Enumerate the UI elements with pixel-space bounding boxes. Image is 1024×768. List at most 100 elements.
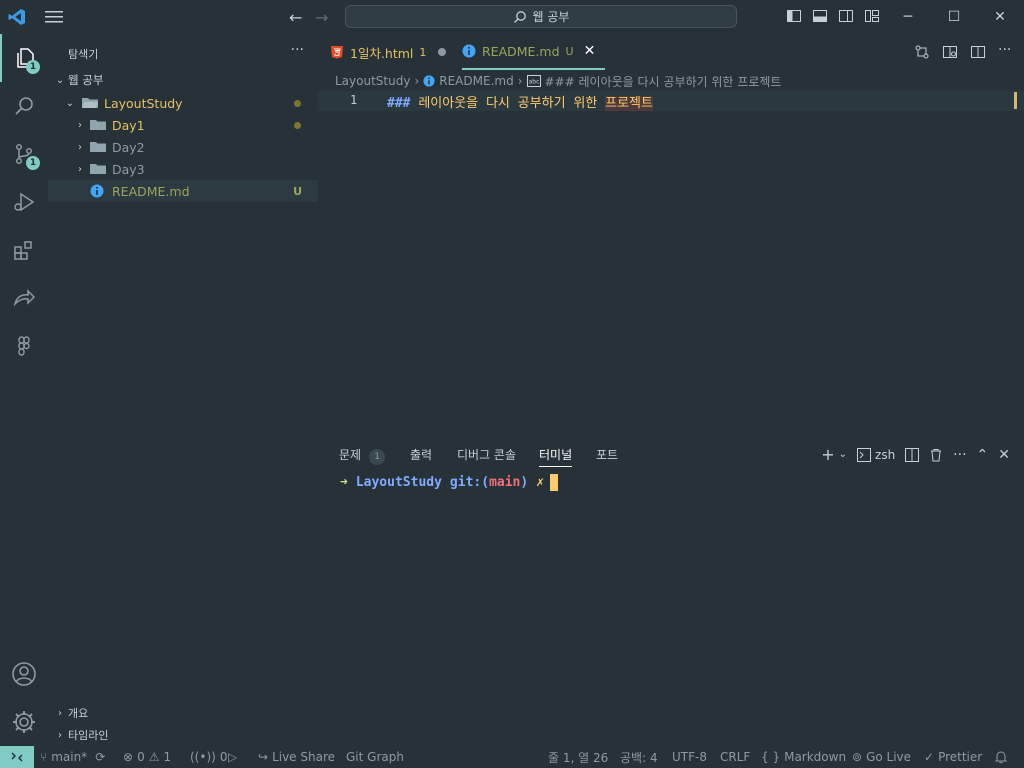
tab-readme[interactable]: README.md U ✕ xyxy=(462,34,606,70)
tab-problems[interactable]: 문제 1 xyxy=(339,446,386,465)
info-file-icon xyxy=(90,184,104,198)
more-actions-icon[interactable]: ··· xyxy=(998,43,1014,60)
close-icon[interactable]: ✕ xyxy=(584,43,596,59)
search-activity[interactable] xyxy=(0,82,48,130)
info-file-icon xyxy=(423,75,435,87)
encoding[interactable]: UTF-8 xyxy=(672,746,707,768)
tree-file-readme[interactable]: README.md U xyxy=(48,180,318,202)
tab-debug-console[interactable]: 디버그 콘솔 xyxy=(457,446,516,463)
encoding-label: UTF-8 xyxy=(672,750,707,764)
breadcrumb: LayoutStudy › README.md › abc ### 레이아웃을 … xyxy=(335,71,781,91)
panel-actions: + ⌄ zsh ··· ⌃ ✕ xyxy=(821,445,1010,464)
breadcrumb-folder[interactable]: LayoutStudy xyxy=(335,74,410,88)
heading-marker: ### xyxy=(387,96,411,111)
toggle-primary-sidebar-icon[interactable] xyxy=(786,8,802,24)
maximize-button[interactable]: ☐ xyxy=(931,0,977,34)
chevron-up-icon[interactable]: ⌃ xyxy=(977,447,989,463)
live-share-activity[interactable] xyxy=(0,274,48,322)
prompt-branch: main xyxy=(489,475,521,490)
ports-indicator[interactable]: ((•)) 0 xyxy=(190,746,227,768)
tab-output[interactable]: 출력 xyxy=(410,446,432,463)
shell-name[interactable]: zsh xyxy=(875,448,895,462)
modified-dot-icon[interactable] xyxy=(438,48,447,56)
figma-activity[interactable] xyxy=(0,322,48,370)
outline-section[interactable]: › 개요 xyxy=(48,702,318,724)
close-window-button[interactable]: ✕ xyxy=(977,0,1023,34)
tab-terminal[interactable]: 터미널 xyxy=(539,446,573,467)
extensions-icon xyxy=(14,241,32,260)
explorer-badge: 1 xyxy=(26,60,40,74)
terminal-prompt[interactable]: ➜ LayoutStudy git:( main ) ✗ xyxy=(340,474,559,491)
explorer-activity[interactable]: 1 xyxy=(0,34,48,82)
vscode-logo-icon[interactable] xyxy=(8,8,26,26)
back-arrow-icon[interactable]: ← xyxy=(289,8,302,27)
branch-label: main* xyxy=(51,750,88,764)
forward-arrow-icon[interactable]: → xyxy=(315,8,328,27)
trash-icon[interactable] xyxy=(929,448,943,462)
prettier-indicator[interactable]: ✓ Prettier xyxy=(924,746,982,768)
toggle-panel-icon[interactable] xyxy=(812,8,828,24)
timeline-section[interactable]: › 타임라인 xyxy=(48,724,318,746)
new-terminal-icon[interactable]: + xyxy=(821,445,834,464)
tree-folder-day2[interactable]: › Day2 xyxy=(48,136,318,158)
customize-layout-icon[interactable] xyxy=(864,8,880,24)
split-editor-icon[interactable] xyxy=(970,44,986,60)
broadcast-icon: ((•)) xyxy=(190,750,216,764)
accounts-activity[interactable] xyxy=(0,650,48,698)
more-actions-icon[interactable]: ··· xyxy=(291,42,304,58)
breadcrumb-file[interactable]: README.md xyxy=(439,74,513,88)
command-center-search[interactable]: 웹 공부 xyxy=(345,5,737,28)
terminal-shell-icon[interactable] xyxy=(857,447,872,462)
problems-count-badge: 1 xyxy=(369,449,386,465)
extensions-activity[interactable] xyxy=(0,226,48,274)
folder-icon xyxy=(90,164,106,174)
tree-folder-day3[interactable]: › Day3 xyxy=(48,158,318,180)
search-icon xyxy=(15,97,33,115)
notifications-button[interactable] xyxy=(995,746,1007,768)
cursor-position[interactable]: 줄 1, 열 26 xyxy=(548,746,608,768)
tab-html-file[interactable]: 1일차.html 1 xyxy=(330,34,447,70)
git-graph-indicator[interactable]: Git Graph xyxy=(346,746,404,768)
breadcrumb-symbol[interactable]: ### 레이아웃을 다시 공부하기 위한 프로젝트 xyxy=(545,73,782,90)
editor-text[interactable]: ### 레이아웃을 다시 공부하기 위한 프로젝트 xyxy=(387,92,653,111)
indentation-label: 공백: 4 xyxy=(620,750,658,765)
tree-folder-day1[interactable]: › Day1 xyxy=(48,114,318,136)
live-share-icon xyxy=(13,289,36,307)
live-share-indicator[interactable]: ↪ Live Share xyxy=(258,746,335,768)
language-mode[interactable]: { } Markdown xyxy=(761,746,846,768)
terminal-cursor xyxy=(550,474,559,491)
indentation[interactable]: 공백: 4 xyxy=(620,746,658,768)
more-actions-icon[interactable]: ··· xyxy=(953,448,966,462)
status-bar: ⑂ main* ⟳ ⊗ 0 ⚠ 1 ((•)) 0 ▷ ↪ Live Share… xyxy=(0,746,1024,768)
bell-icon xyxy=(995,751,1007,764)
search-icon xyxy=(513,10,526,23)
sync-icon[interactable]: ⟳ xyxy=(95,750,105,764)
open-preview-icon[interactable] xyxy=(942,44,958,60)
run-debug-icon xyxy=(14,192,35,212)
workspace-header[interactable]: ⌄ 웹 공부 xyxy=(48,69,318,91)
open-changes-icon[interactable] xyxy=(914,44,930,60)
menu-icon[interactable] xyxy=(44,9,64,25)
tab-ports[interactable]: 포트 xyxy=(596,446,618,463)
manage-activity[interactable] xyxy=(0,698,48,746)
source-control-activity[interactable]: 1 xyxy=(0,130,48,178)
remote-indicator[interactable] xyxy=(0,746,34,768)
chevron-down-icon[interactable]: ⌄ xyxy=(839,449,847,460)
minimize-button[interactable]: ─ xyxy=(885,0,931,34)
eol[interactable]: CRLF xyxy=(720,746,750,768)
timeline-label: 타임라인 xyxy=(68,729,109,742)
chevron-right-icon: › xyxy=(414,74,420,88)
toggle-secondary-sidebar-icon[interactable] xyxy=(838,8,854,24)
problems-indicator[interactable]: ⊗ 0 ⚠ 1 xyxy=(123,746,171,768)
run-debug-activity[interactable] xyxy=(0,178,48,226)
close-panel-icon[interactable]: ✕ xyxy=(998,447,1010,463)
git-graph-label: Git Graph xyxy=(346,750,404,764)
folder-label: LayoutStudy xyxy=(104,95,183,111)
split-terminal-icon[interactable] xyxy=(905,447,920,462)
go-live-button[interactable]: ⊚ Go Live xyxy=(852,746,911,768)
run-indicator[interactable]: ▷ xyxy=(228,746,237,768)
tree-folder-layoutstudy[interactable]: ⌄ LayoutStudy xyxy=(48,92,318,114)
outline-label: 개요 xyxy=(68,707,89,720)
branch-indicator[interactable]: ⑂ main* ⟳ xyxy=(40,746,105,768)
folder-icon xyxy=(90,142,106,152)
